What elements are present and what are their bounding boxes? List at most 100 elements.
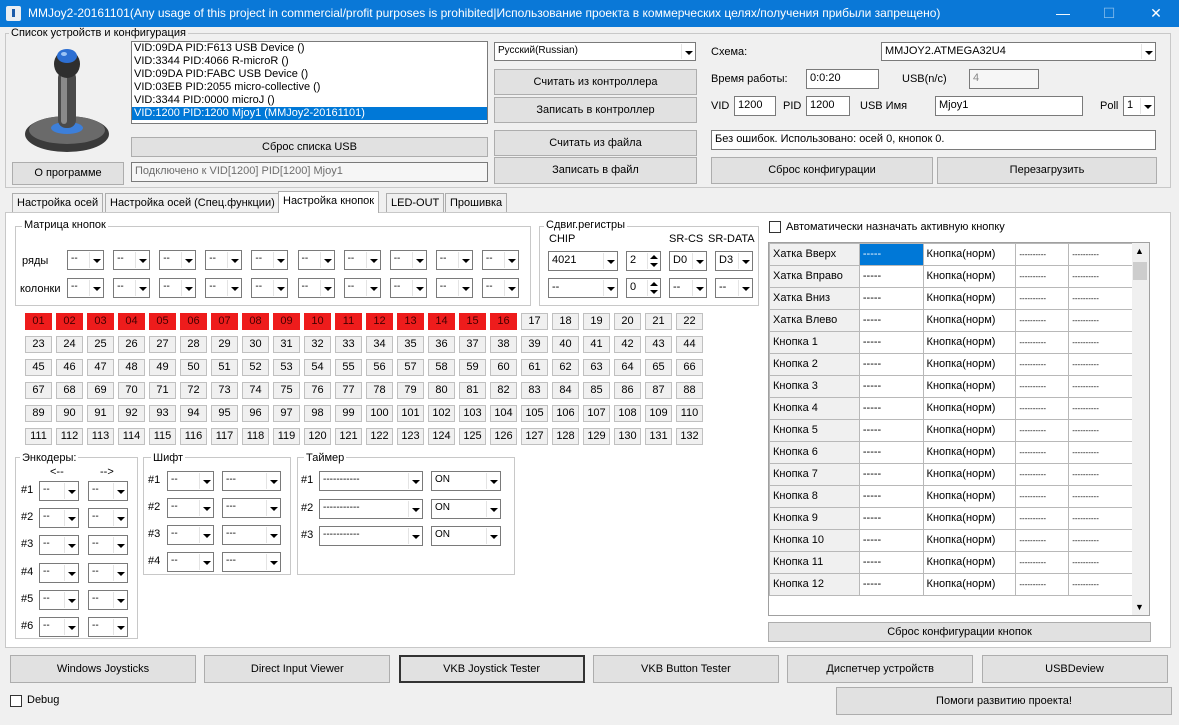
- button-number[interactable]: 39: [521, 336, 548, 353]
- shift-select-1[interactable]: --: [167, 498, 214, 518]
- table-cell[interactable]: -----: [858, 550, 924, 574]
- bottom-button-1[interactable]: Direct Input Viewer: [204, 655, 391, 683]
- button-number[interactable]: 37: [459, 336, 486, 353]
- scroll-thumb[interactable]: [1133, 262, 1147, 280]
- table-cell[interactable]: ----------: [1068, 550, 1133, 574]
- sr-data-select-2[interactable]: --: [715, 278, 753, 298]
- language-select[interactable]: Русский(Russian): [494, 42, 696, 61]
- button-number[interactable]: 85: [583, 382, 610, 399]
- tab-firmware[interactable]: Прошивка: [445, 193, 508, 212]
- table-cell[interactable]: Кнопка 11: [769, 550, 860, 574]
- button-number[interactable]: 98: [304, 405, 331, 422]
- table-cell[interactable]: ----------: [1068, 308, 1133, 332]
- bottom-button-5[interactable]: USBDeview: [981, 655, 1168, 683]
- bottom-button-3[interactable]: VKB Button Tester: [592, 655, 779, 683]
- button-number[interactable]: 34: [366, 336, 393, 353]
- button-number[interactable]: 32: [304, 336, 331, 353]
- button-number[interactable]: 56: [366, 359, 393, 376]
- help-project-button[interactable]: Помоги развитию проекта!: [836, 687, 1172, 715]
- table-cell[interactable]: ----------: [1015, 396, 1070, 420]
- button-number[interactable]: 47: [87, 359, 114, 376]
- table-cell[interactable]: ----------: [1015, 506, 1070, 530]
- table-cell[interactable]: Кнопка(норм): [922, 528, 1017, 552]
- shift-select-2[interactable]: ---: [222, 471, 281, 491]
- button-number[interactable]: 83: [521, 382, 548, 399]
- reset-usb-button[interactable]: Сброс списка USB: [131, 137, 488, 157]
- shift-select-2[interactable]: ---: [222, 498, 281, 518]
- table-cell[interactable]: ----------: [1015, 352, 1070, 376]
- table-cell[interactable]: Кнопка(норм): [922, 286, 1017, 310]
- button-number[interactable]: 11: [335, 313, 362, 330]
- button-number[interactable]: 20: [614, 313, 641, 330]
- button-number[interactable]: 118: [242, 428, 269, 445]
- table-cell[interactable]: -----: [858, 528, 924, 552]
- button-number[interactable]: 60: [490, 359, 517, 376]
- button-number[interactable]: 04: [118, 313, 145, 330]
- table-cell[interactable]: Хатка Влево: [769, 308, 860, 332]
- button-number[interactable]: 75: [273, 382, 300, 399]
- timer-select-1[interactable]: -----------: [319, 471, 423, 491]
- table-cell[interactable]: ----------: [1015, 572, 1070, 596]
- button-number[interactable]: 53: [273, 359, 300, 376]
- tab-led-out[interactable]: LED-OUT: [386, 193, 445, 212]
- table-cell[interactable]: Кнопка(норм): [922, 484, 1017, 508]
- button-number[interactable]: 122: [366, 428, 393, 445]
- table-row[interactable]: Кнопка 4 ----- Кнопка(норм) ---------- -----…: [769, 396, 1133, 420]
- button-number[interactable]: 110: [676, 405, 703, 422]
- matrix-row-select[interactable]: --: [251, 250, 289, 270]
- button-number[interactable]: 26: [118, 336, 145, 353]
- device-list-item[interactable]: VID:09DA PID:FABC USB Device (): [132, 68, 487, 81]
- button-number[interactable]: 55: [335, 359, 362, 376]
- vid-field[interactable]: 1200: [734, 96, 776, 116]
- table-cell[interactable]: ----------: [1068, 572, 1133, 596]
- button-number[interactable]: 33: [335, 336, 362, 353]
- pid-field[interactable]: 1200: [806, 96, 850, 116]
- button-number[interactable]: 66: [676, 359, 703, 376]
- matrix-row-select[interactable]: --: [481, 250, 519, 270]
- table-cell[interactable]: ----------: [1068, 528, 1133, 552]
- matrix-col-select[interactable]: --: [389, 278, 427, 298]
- button-number[interactable]: 91: [87, 405, 114, 422]
- button-number[interactable]: 101: [397, 405, 424, 422]
- table-cell[interactable]: ----------: [1068, 374, 1133, 398]
- table-cell[interactable]: -----: [858, 308, 924, 332]
- button-number[interactable]: 58: [428, 359, 455, 376]
- table-cell[interactable]: ----------: [1015, 440, 1070, 464]
- table-cell[interactable]: Кнопка 7: [769, 462, 860, 486]
- button-number[interactable]: 38: [490, 336, 517, 353]
- table-cell[interactable]: -----: [858, 352, 924, 376]
- table-cell[interactable]: -----: [858, 264, 924, 288]
- button-number[interactable]: 02: [56, 313, 83, 330]
- table-cell[interactable]: Кнопка(норм): [922, 396, 1017, 420]
- matrix-col-select[interactable]: --: [251, 278, 289, 298]
- table-cell[interactable]: ----------: [1068, 396, 1133, 420]
- button-number[interactable]: 12: [366, 313, 393, 330]
- sr-cs-select-1[interactable]: D0: [669, 251, 707, 271]
- sr-count-spinner-2[interactable]: 0: [626, 278, 661, 298]
- button-number[interactable]: 109: [645, 405, 672, 422]
- matrix-col-select[interactable]: --: [205, 278, 243, 298]
- button-number[interactable]: 17: [521, 313, 548, 330]
- table-cell[interactable]: Кнопка(норм): [922, 506, 1017, 530]
- button-number[interactable]: 49: [149, 359, 176, 376]
- matrix-row-select[interactable]: --: [389, 250, 427, 270]
- device-list-item[interactable]: VID:3344 PID:0000 microJ (): [132, 94, 487, 107]
- button-number[interactable]: 132: [676, 428, 703, 445]
- table-row[interactable]: Кнопка 1 ----- Кнопка(норм) ---------- -----…: [769, 330, 1133, 354]
- button-number[interactable]: 44: [676, 336, 703, 353]
- button-number[interactable]: 19: [583, 313, 610, 330]
- device-list-item[interactable]: VID:09DA PID:F613 USB Device (): [132, 42, 487, 55]
- button-number[interactable]: 95: [211, 405, 238, 422]
- button-number[interactable]: 89: [25, 405, 52, 422]
- button-number[interactable]: 131: [645, 428, 672, 445]
- device-list-item[interactable]: VID:3344 PID:4066 R-microR (): [132, 55, 487, 68]
- table-cell[interactable]: Кнопка(норм): [922, 264, 1017, 288]
- button-number[interactable]: 05: [149, 313, 176, 330]
- button-number[interactable]: 03: [87, 313, 114, 330]
- table-row[interactable]: Хатка Вверх ----- Кнопка(норм) ---------- --…: [769, 243, 1133, 266]
- sr-cs-select-2[interactable]: --: [669, 278, 707, 298]
- encoder-right-select[interactable]: --: [88, 617, 128, 637]
- table-cell[interactable]: Кнопка(норм): [922, 330, 1017, 354]
- table-cell[interactable]: Кнопка(норм): [922, 462, 1017, 486]
- about-button[interactable]: О программе: [12, 162, 124, 185]
